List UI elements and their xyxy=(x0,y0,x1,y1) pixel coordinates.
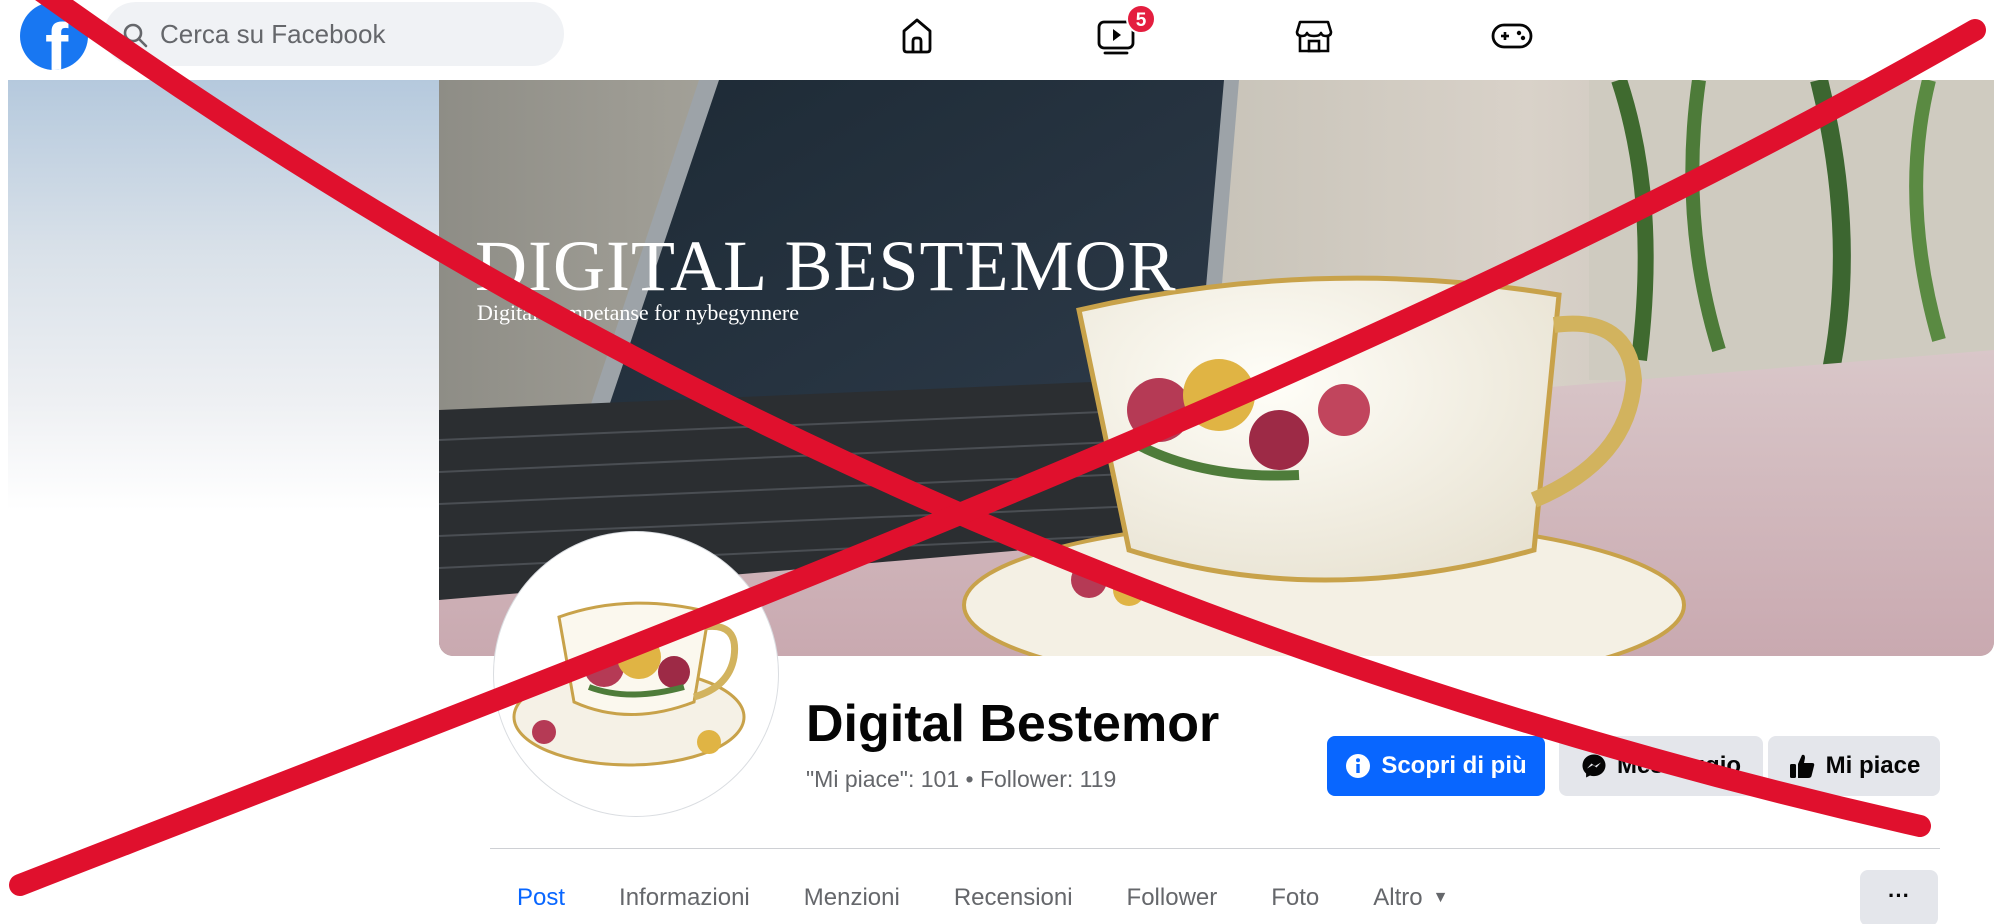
tab-altro[interactable]: Altro ▼ xyxy=(1346,870,1475,924)
page-stats: "Mi piace": 101 • Follower: 119 xyxy=(806,766,1117,792)
message-button[interactable]: Messaggio xyxy=(1559,736,1763,796)
message-label: Messaggio xyxy=(1616,752,1742,779)
page-tabs: Post Informazioni Menzioni Recensioni Fo… xyxy=(490,870,1475,924)
page-title: Digital Bestemor xyxy=(806,695,1220,753)
tab-informazioni[interactable]: Informazioni xyxy=(592,870,777,924)
tab-post[interactable]: Post xyxy=(490,870,592,924)
cover-title: DIGITAL BESTEMOR xyxy=(475,226,1177,306)
facebook-logo[interactable]: f xyxy=(20,2,88,70)
cover-subtitle: Digital kompetanse for nybegynnere xyxy=(477,300,799,325)
search-box[interactable] xyxy=(104,2,564,66)
background-gradient xyxy=(8,80,440,510)
more-options-button[interactable]: ··· xyxy=(1860,870,1938,924)
search-input[interactable] xyxy=(160,14,540,54)
messenger-icon xyxy=(1582,754,1606,778)
search-icon xyxy=(123,23,148,48)
tab-foto[interactable]: Foto xyxy=(1244,870,1346,924)
top-navigation-bar: f 5 xyxy=(0,0,2013,80)
like-button[interactable]: Mi piace xyxy=(1768,736,1940,796)
home-icon[interactable] xyxy=(889,8,945,60)
tab-altro-label: Altro xyxy=(1373,884,1423,911)
avatar[interactable] xyxy=(494,532,778,816)
learn-more-label: Scopri di più xyxy=(1381,752,1527,779)
caret-down-icon: ▼ xyxy=(1432,889,1449,906)
divider xyxy=(490,848,1940,849)
tab-recensioni[interactable]: Recensioni xyxy=(927,870,1100,924)
video-notification-badge: 5 xyxy=(1126,4,1156,34)
facebook-page-screen: f 5 xyxy=(0,0,2013,924)
like-label: Mi piace xyxy=(1825,752,1921,779)
tab-menzioni[interactable]: Menzioni xyxy=(777,870,927,924)
tab-follower[interactable]: Follower xyxy=(1100,870,1245,924)
learn-more-button[interactable]: Scopri di più xyxy=(1327,736,1545,796)
thumbs-up-icon xyxy=(1789,754,1814,778)
marketplace-icon[interactable] xyxy=(1286,8,1342,60)
teacup-picture xyxy=(499,537,773,811)
info-icon xyxy=(1346,754,1371,778)
gaming-icon[interactable] xyxy=(1484,8,1540,60)
